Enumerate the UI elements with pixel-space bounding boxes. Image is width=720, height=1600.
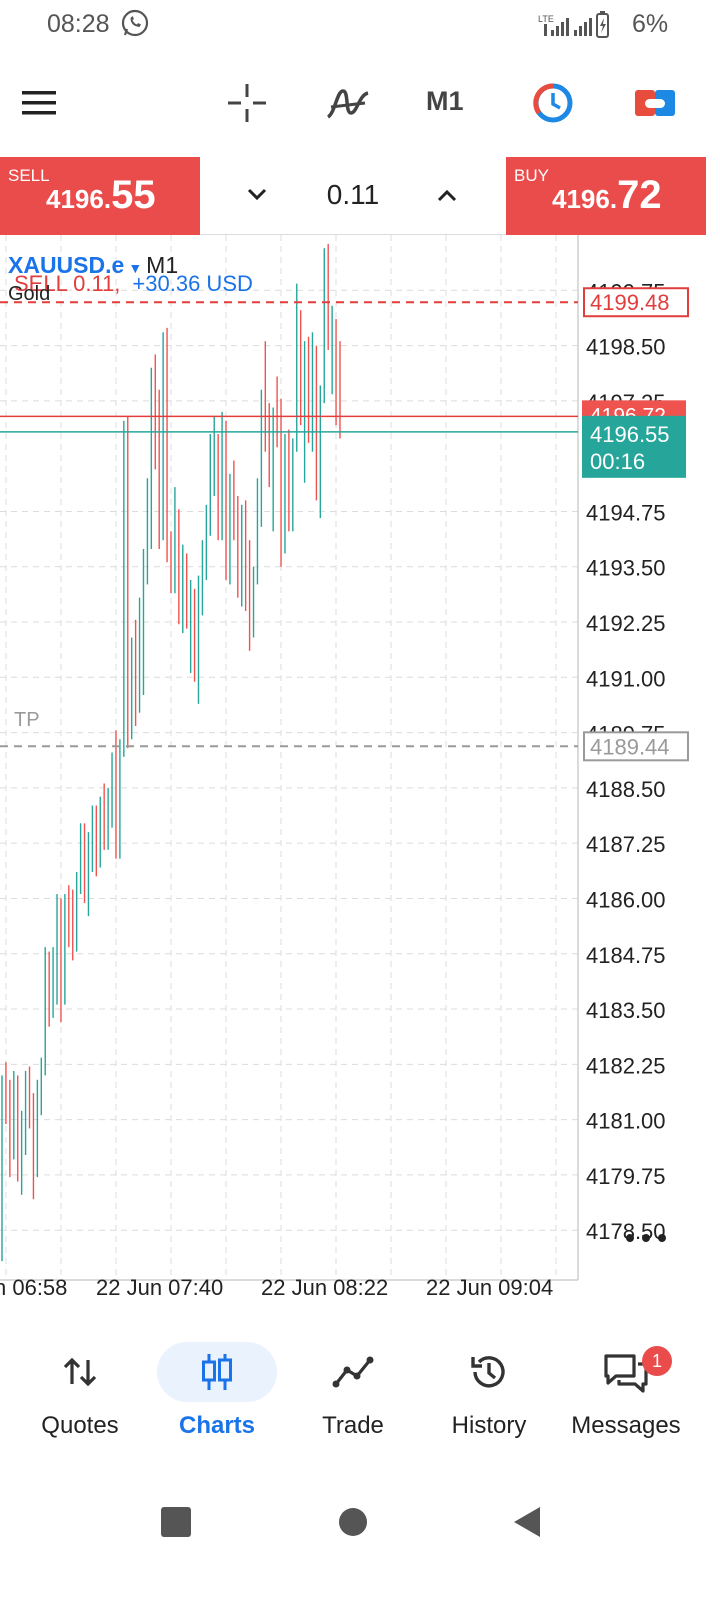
sell-price: 4196.55 (46, 173, 156, 217)
recent-apps-icon[interactable] (158, 1504, 194, 1540)
menu-icon (22, 91, 56, 115)
indicators-button[interactable] (323, 80, 373, 126)
battery-level: 6% (632, 10, 669, 38)
x-tick-label: 22 Jun 08:22 (261, 1275, 388, 1300)
signal-icon: LTE (538, 11, 609, 38)
y-tick-label: 4182.25 (586, 1053, 666, 1078)
menu-button[interactable] (14, 80, 64, 126)
nav-trade-label: Trade (322, 1412, 384, 1439)
take-profit-label: TP (14, 709, 40, 731)
price-chart[interactable]: 4199.754198.504197.254194.754193.504192.… (0, 235, 720, 1315)
y-tick-label: 4179.75 (586, 1164, 666, 1189)
trade-icon (332, 1356, 374, 1388)
charts-icon (202, 1354, 232, 1390)
y-tick-label: 4186.00 (586, 887, 666, 912)
lot-size-control: 0.11 (200, 157, 506, 235)
nav-messages-label: Messages (571, 1412, 681, 1439)
home-icon[interactable] (335, 1504, 371, 1540)
one-click-trading-button[interactable] (630, 80, 680, 126)
y-tick-label: 4184.75 (586, 943, 666, 968)
nav-history-label: History (451, 1412, 527, 1439)
quotes-icon (63, 1357, 97, 1387)
nav-charts[interactable]: Charts (149, 1330, 285, 1450)
system-navigation-bar (0, 1490, 720, 1560)
chart-grid (0, 235, 579, 1281)
chart-clock-icon (533, 83, 573, 123)
nav-history[interactable]: History (421, 1330, 557, 1450)
buy-label: BUY (514, 166, 549, 185)
crosshair-icon (228, 84, 266, 122)
nav-charts-label: Charts (178, 1412, 256, 1439)
y-tick-label: 4198.50 (586, 335, 666, 360)
increase-lot-chevron-up-icon[interactable] (432, 177, 462, 213)
y-tick-label: 4188.50 (586, 777, 666, 802)
buy-button[interactable]: BUY 4196.72 (506, 157, 706, 235)
whatsapp-icon (121, 9, 149, 37)
stop-loss-value: 4199.48 (590, 290, 670, 315)
x-tick-label: 22 Jun 09:04 (426, 1275, 553, 1300)
x-tick-label: 22 Jun 07:40 (96, 1275, 223, 1300)
timeframe-button[interactable]: M1 (426, 86, 464, 117)
position-profit: +30.36 USD (132, 271, 253, 296)
nav-messages[interactable]: 1 Messages (558, 1330, 694, 1450)
more-options-icon[interactable] (624, 1232, 668, 1244)
back-icon[interactable] (510, 1504, 546, 1540)
symbol-description: Gold (8, 283, 51, 305)
crosshair-button[interactable] (222, 80, 272, 126)
chart-clock-button[interactable] (528, 80, 578, 126)
sell-button[interactable]: SELL 4196.55 (0, 157, 200, 235)
indicators-icon (326, 89, 369, 119)
status-bar: 08:28 LTE 6% (0, 0, 720, 50)
svg-text:LTE: LTE (538, 14, 554, 24)
y-tick-label: 4181.00 (586, 1109, 666, 1134)
y-tick-label: 4191.00 (586, 666, 666, 691)
nav-quotes-label: Quotes (41, 1412, 119, 1439)
sell-label: SELL (8, 166, 50, 185)
buy-price: 4196.72 (552, 173, 662, 217)
one-click-trade-panel: SELL 4196.55 0.11 BUY 4196.72 (0, 157, 720, 235)
nav-trade[interactable]: Trade (285, 1330, 421, 1450)
nav-quotes[interactable]: Quotes (12, 1330, 148, 1450)
y-tick-label: 4193.50 (586, 556, 666, 581)
trade-toggle-icon (635, 90, 675, 116)
y-tick-label: 4194.75 (586, 500, 666, 525)
history-icon (471, 1356, 505, 1388)
messages-badge: 1 (642, 1346, 672, 1376)
bid-price-value: 4196.55 (590, 422, 670, 447)
y-tick-label: 4187.25 (586, 832, 666, 857)
chart-toolbar: M1 (0, 60, 720, 148)
y-tick-label: 4183.50 (586, 998, 666, 1023)
status-time: 08:28 (47, 10, 110, 38)
bid-countdown: 00:16 (590, 449, 645, 474)
y-tick-label: 4192.25 (586, 611, 666, 636)
x-tick-label: n 06:58 (0, 1275, 67, 1300)
bottom-navigation: Quotes Charts Trade History 1 Messages (0, 1330, 720, 1460)
take-profit-value: 4189.44 (590, 734, 670, 759)
